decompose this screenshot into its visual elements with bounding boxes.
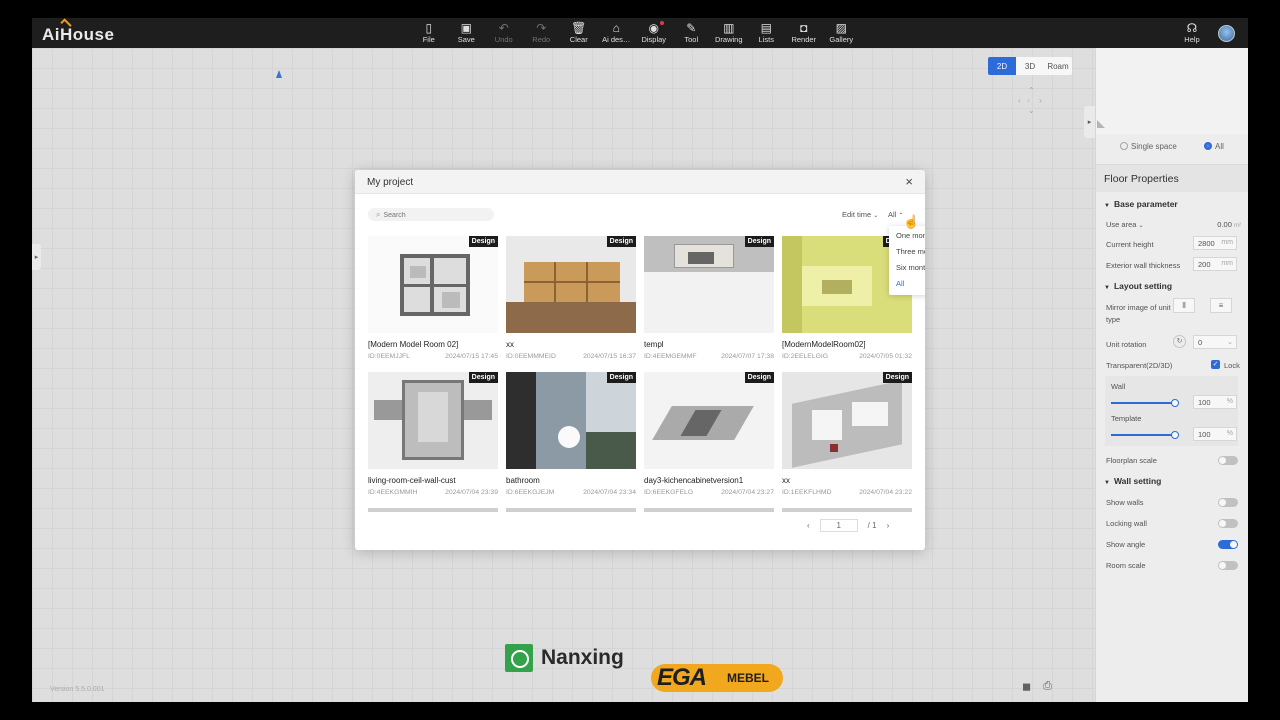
project-id: ID:2EELELGIG [782, 353, 829, 360]
project-date: 2024/07/15 17:45 [445, 353, 498, 360]
nanxing-text: Nanxing [541, 646, 624, 669]
project-id: ID:0EEMJJFL [368, 353, 410, 360]
dialog-header: My project × [355, 170, 925, 194]
project-card[interactable]: Design day3-kichencabinetversion1 ID:6EEKG… [644, 372, 774, 500]
project-card-partial[interactable] [506, 508, 636, 512]
search-input[interactable] [383, 212, 484, 219]
design-badge: Design [468, 372, 498, 383]
project-thumbnail[interactable]: Design [368, 236, 498, 333]
project-id: ID:6EEKGFELG [644, 489, 694, 496]
project-name: templ [644, 340, 664, 349]
menu-item-all[interactable]: All [889, 274, 925, 290]
prev-page-icon[interactable]: ‹ [807, 521, 810, 530]
project-card[interactable]: Design templ ID:4EEMGEMMF 2024/07/07 17:38 [644, 236, 774, 364]
pagination: ‹ 1 / 1 › [807, 519, 889, 532]
next-page-icon[interactable]: › [887, 521, 890, 530]
project-id: ID:4EEKGMMIH [368, 489, 418, 496]
project-name: living-room-ceil-wall-cust [368, 476, 456, 485]
project-card[interactable]: Design bathroom ID:6EEKGJEJM 2024/07/04 23:… [506, 372, 636, 500]
mebel-text: MEBEL [727, 671, 769, 685]
project-date: 2024/07/04 23:39 [445, 489, 498, 496]
design-badge: Design [606, 236, 636, 247]
design-badge: Design [882, 372, 912, 383]
project-date: 2024/07/07 17:38 [721, 353, 774, 360]
project-card[interactable]: Design living-room-ceil-wall-cust ID:4EEKG… [368, 372, 498, 500]
project-date: 2024/07/04 23:27 [721, 489, 774, 496]
project-name: bathroom [506, 476, 540, 485]
project-thumbnail[interactable]: Design [506, 236, 636, 333]
page-total: / 1 [867, 521, 877, 530]
project-name: xx [782, 476, 790, 485]
design-badge: Design [744, 372, 774, 383]
sort-label: Edit time [842, 210, 872, 219]
project-thumbnail[interactable]: Design [644, 236, 774, 333]
project-date: 2024/07/04 23:34 [583, 489, 636, 496]
project-thumbnail[interactable]: Design [782, 372, 912, 469]
project-id: ID:6EEKGJEJM [506, 489, 555, 496]
ega-mebel-logo: EGA MEBEL [651, 664, 783, 692]
project-name: [Modern Model Room 02] [368, 340, 459, 349]
close-icon[interactable]: × [905, 174, 913, 189]
design-badge: Design [744, 236, 774, 247]
project-id: ID:1EEKFLHMD [782, 489, 832, 496]
time-range-menu: One month Three months Six months All [889, 226, 925, 295]
menu-item-three-months[interactable]: Three months [889, 242, 925, 258]
project-card[interactable]: Design xx ID:1EEKFLHMD 2024/07/04 23:22 [782, 372, 912, 500]
search-field[interactable]: ⌕ [368, 208, 494, 221]
project-id: ID:4EEMGEMMF [644, 353, 697, 360]
page-input[interactable]: 1 [819, 519, 858, 532]
time-range-label: All [888, 210, 897, 219]
project-card[interactable]: Design xx ID:0EEMMMEID 2024/07/15 16:37 [506, 236, 636, 364]
project-name: [ModernModelRoom02] [782, 340, 866, 349]
my-project-dialog: My project × ⌕ Edit time ⌄ All ⌃ One mon… [355, 170, 925, 550]
project-name: xx [506, 340, 514, 349]
search-icon: ⌕ [376, 210, 381, 219]
project-thumbnail[interactable]: Design [506, 372, 636, 469]
design-badge: Design [468, 236, 498, 247]
time-range-dropdown[interactable]: All ⌃ [888, 210, 903, 219]
total-pages: 1 [872, 521, 877, 530]
project-card-partial[interactable] [644, 508, 774, 512]
project-thumbnail[interactable]: Design [644, 372, 774, 469]
project-date: 2024/07/15 16:37 [583, 353, 636, 360]
project-card[interactable]: Design [Modern Model Room 02] ID:0EEMJJFL 2… [368, 236, 498, 364]
project-date: 2024/07/05 01:32 [859, 353, 912, 360]
chevron-down-icon: ⌄ [873, 213, 879, 219]
dialog-title: My project [367, 177, 414, 188]
project-card-partial[interactable] [368, 508, 498, 512]
app-window: AiHouse ▯ File ▣ Save ↶ Undo ↷ Redo 🗑 Clear ⌂ Ai de… [32, 18, 1248, 702]
hand-cursor-icon: ☝ [903, 214, 920, 229]
design-badge: Design [606, 372, 636, 383]
project-card-partial[interactable] [782, 508, 912, 512]
ega-text: EGA [657, 664, 707, 691]
project-name: day3-kichencabinetversion1 [644, 476, 744, 485]
project-date: 2024/07/04 23:22 [859, 489, 912, 496]
menu-item-six-months[interactable]: Six months [889, 258, 925, 274]
project-thumbnail[interactable]: Design [368, 372, 498, 469]
sort-dropdown[interactable]: Edit time ⌄ [842, 210, 878, 219]
project-id: ID:0EEMMMEID [506, 353, 556, 360]
nanxing-logo-icon [505, 644, 533, 672]
